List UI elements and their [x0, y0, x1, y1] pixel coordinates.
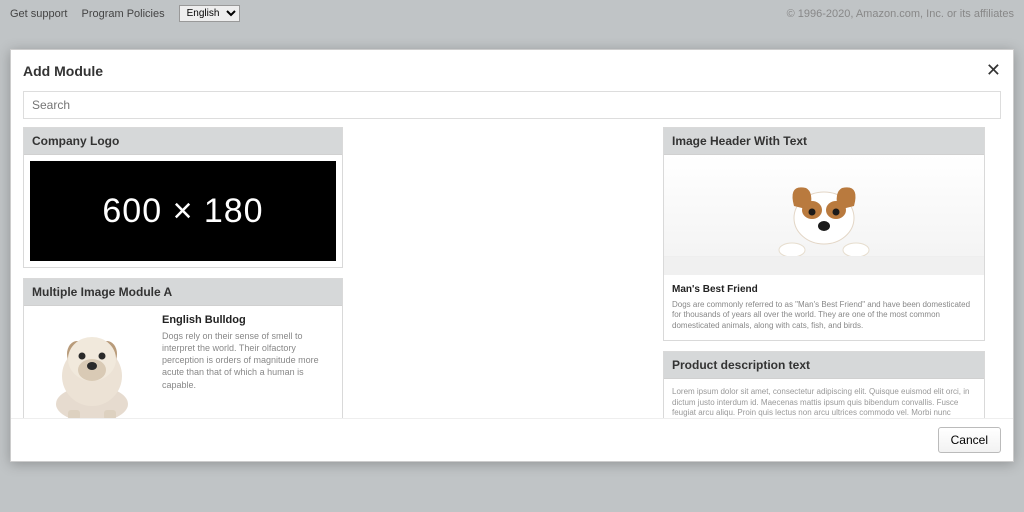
modal-body: Company Logo 600 × 180 Multiple Image Mo… [11, 127, 1013, 418]
hero-image [664, 155, 984, 257]
left-column: Company Logo 600 × 180 Multiple Image Mo… [23, 127, 343, 418]
program-policies-link[interactable]: Program Policies [81, 8, 164, 20]
logo-placeholder: 600 × 180 [30, 161, 336, 261]
pdesc-body: Lorem ipsum dolor sit amet, consectetur … [664, 379, 984, 418]
company-logo-card[interactable]: Company Logo 600 × 180 [23, 127, 343, 268]
card-title: Multiple Image Module A [24, 279, 342, 306]
modal-footer: Cancel [11, 418, 1013, 461]
mim-text: English Bulldog Dogs rely on their sense… [162, 314, 334, 418]
product-description-text-card[interactable]: Product description text Lorem ipsum dol… [663, 351, 985, 418]
language-select[interactable]: English [179, 5, 240, 22]
get-support-link[interactable]: Get support [10, 8, 67, 20]
hero-text: Man's Best Friend Dogs are commonly refe… [664, 275, 984, 340]
page-topbar: Get support Program Policies English © 1… [0, 0, 1024, 27]
modal-title: Add Module [23, 63, 103, 79]
image-header-with-text-card[interactable]: Image Header With Text [663, 127, 985, 341]
cancel-button[interactable]: Cancel [938, 427, 1001, 453]
search-wrap [11, 91, 1013, 127]
mim-body: English Bulldog Dogs rely on their sense… [24, 306, 342, 418]
bulldog-image [32, 314, 152, 418]
close-icon[interactable]: ✕ [986, 60, 1001, 81]
multiple-image-module-card[interactable]: Multiple Image Module A [23, 278, 343, 418]
add-module-modal: Add Module ✕ Company Logo 600 × 180 Mult… [10, 49, 1014, 462]
copyright-text: © 1996-2020, Amazon.com, Inc. or its aff… [787, 8, 1014, 20]
mim-item-desc: Dogs rely on their sense of smell to int… [162, 330, 334, 391]
card-title: Product description text [664, 352, 984, 379]
right-column: Image Header With Text [663, 127, 985, 418]
card-title: Image Header With Text [664, 128, 984, 155]
search-input[interactable] [23, 91, 1001, 119]
hero-spacer [664, 257, 984, 275]
hero-body: Dogs are commonly referred to as "Man's … [672, 300, 976, 332]
mim-item-title: English Bulldog [162, 314, 334, 326]
card-title: Company Logo [24, 128, 342, 155]
hero-heading: Man's Best Friend [672, 283, 976, 297]
modal-header: Add Module ✕ [11, 50, 1013, 91]
